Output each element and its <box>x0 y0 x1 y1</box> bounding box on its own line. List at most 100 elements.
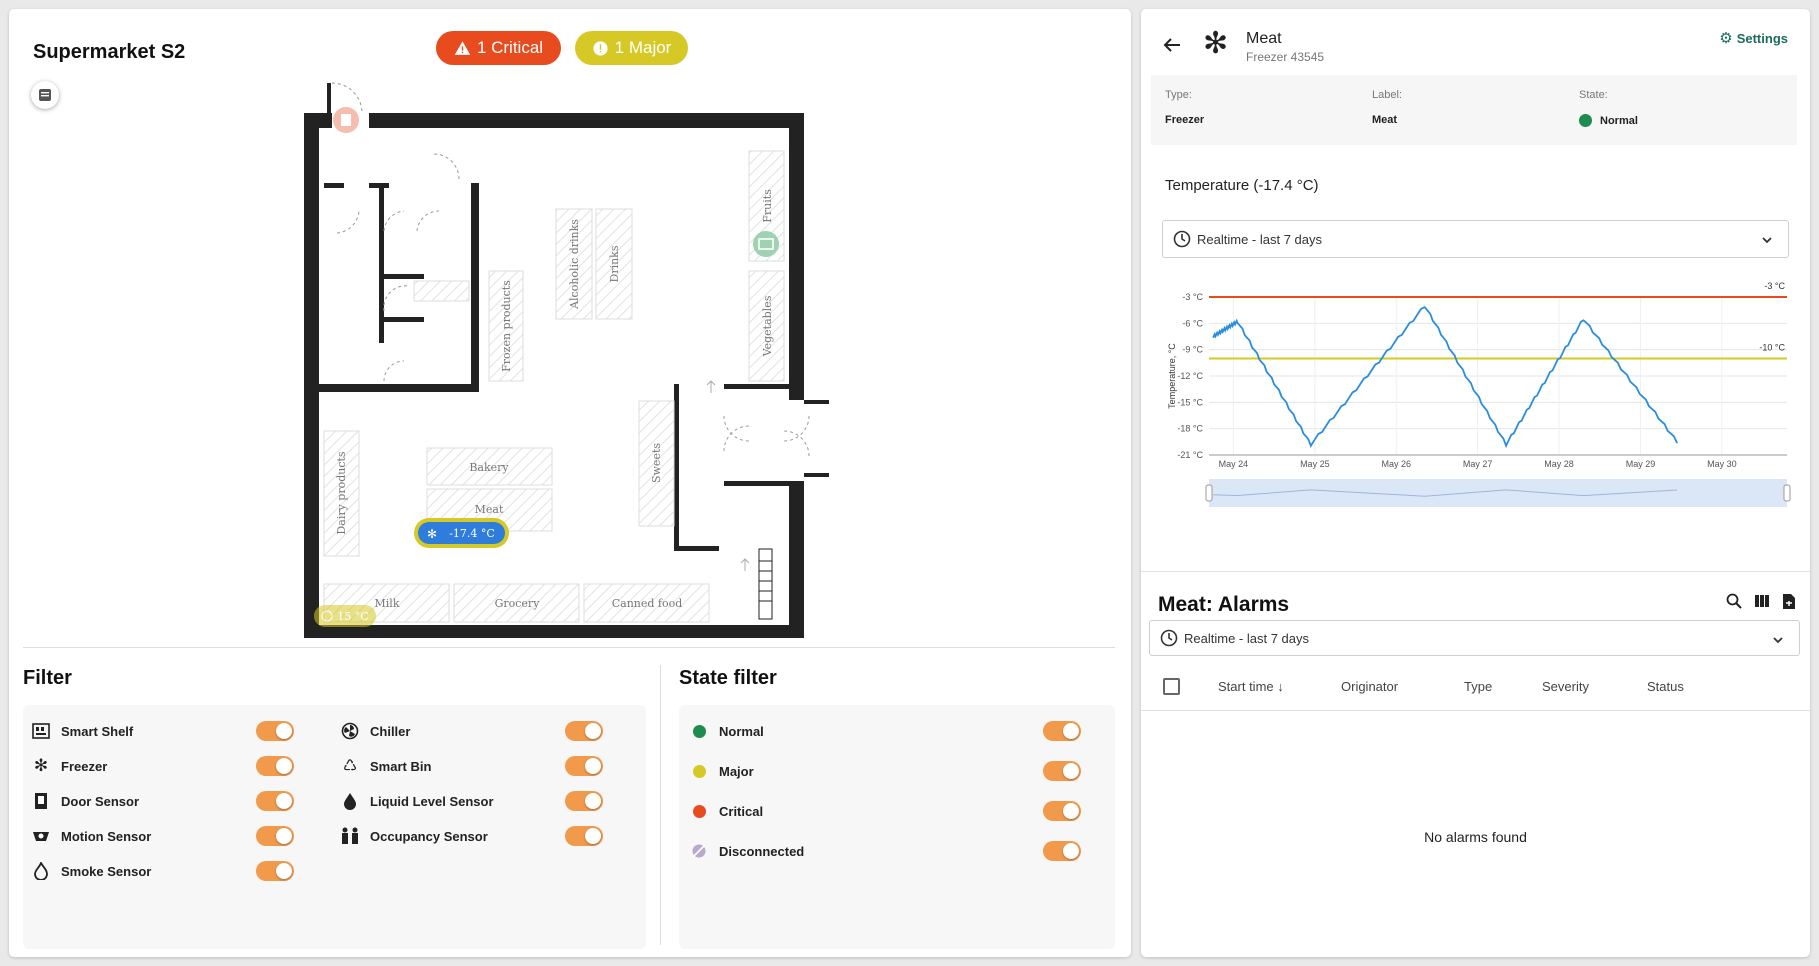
state-normal-dot <box>1579 114 1592 127</box>
label-meat: Meat <box>475 503 504 516</box>
filter-title: Filter <box>23 667 72 689</box>
flame-icon <box>31 861 51 881</box>
toggle-freezer[interactable] <box>256 756 294 776</box>
y-tick-label: -6 °C <box>1182 318 1203 328</box>
layers-icon <box>39 89 51 101</box>
x-tick-label: May 28 <box>1544 459 1574 469</box>
state-filter-title: State filter <box>679 667 777 689</box>
major-badge-label: 1 Major <box>614 38 672 57</box>
toggle-liquid-level-sensor[interactable] <box>565 791 603 811</box>
smart-shelf-marker[interactable] <box>753 231 779 257</box>
fan-icon <box>340 721 360 741</box>
toggle-chiller[interactable] <box>565 721 603 741</box>
filter-item-occupancy-sensor: Occupancy Sensor <box>340 824 488 848</box>
warning-icon <box>454 40 471 55</box>
search-icon[interactable] <box>1726 593 1742 609</box>
navigator-handle-left <box>1205 484 1213 502</box>
alarms-time-range-select[interactable]: Realtime - last 7 days <box>1149 620 1800 656</box>
range-navigator <box>1209 479 1787 507</box>
column-type[interactable]: Type <box>1464 679 1492 694</box>
floor-plan: Fruits Alcoholic drinks Drinks Frozen pr… <box>304 82 829 638</box>
layers-button[interactable] <box>31 81 59 109</box>
recycle-icon: ♺ <box>342 758 358 775</box>
x-tick-label: May 26 <box>1381 459 1411 469</box>
toggle-smart-bin[interactable] <box>565 756 603 776</box>
critical-badge-label: 1 Critical <box>476 38 544 57</box>
label-drinks: Drinks <box>608 245 621 282</box>
freezer-marker[interactable]: ✻ -17.4 °C <box>414 518 509 548</box>
y-tick-label: -18 °C <box>1177 424 1203 434</box>
alarm-toolbar <box>1726 593 1796 610</box>
toggle-state-disconnected[interactable] <box>1043 841 1081 861</box>
chevron-down-icon <box>1762 237 1772 244</box>
major-alarm-badge[interactable]: 1 Major <box>575 31 688 65</box>
smart-shelf-icon <box>31 721 51 741</box>
y-tick-label: -15 °C <box>1177 397 1203 407</box>
back-arrow-icon[interactable] <box>1163 37 1181 53</box>
clock-icon <box>1173 230 1191 248</box>
column-status[interactable]: Status <box>1647 679 1684 694</box>
toggle-smart-shelf[interactable] <box>256 721 294 741</box>
filter-box: Smart Shelf ✻ Freezer Door Sensor Motion… <box>23 705 646 949</box>
state-item-disconnected: Disconnected <box>689 839 804 863</box>
snowflake-icon: ✻ <box>33 756 49 775</box>
normal-state-dot <box>692 724 706 738</box>
state-filter-box: Normal Major Critical Disconnected <box>679 705 1115 949</box>
filter-item-door-sensor: Door Sensor <box>31 789 139 813</box>
motion-sensor-icon <box>31 826 51 846</box>
column-start-time[interactable]: Start time ↓ <box>1218 679 1284 694</box>
chevron-down-icon <box>1773 637 1783 644</box>
toggle-smoke-sensor[interactable] <box>256 861 294 881</box>
toggle-state-major[interactable] <box>1043 761 1081 781</box>
toggle-door-sensor[interactable] <box>256 791 294 811</box>
y-axis-label: Temperature, °C <box>1167 343 1177 409</box>
select-all-checkbox[interactable] <box>1163 678 1180 695</box>
info-label: Label: Meat <box>1372 89 1402 126</box>
info-type: Type: Freezer <box>1165 89 1205 126</box>
temperature-time-range-select[interactable]: Realtime - last 7 days <box>1162 220 1789 258</box>
x-tick-label: May 25 <box>1300 459 1330 469</box>
critical-alarm-badge[interactable]: 1 Critical <box>436 31 561 65</box>
export-file-icon[interactable] <box>1782 593 1796 610</box>
alarms-table-header: Start time ↓ Originator Type Severity St… <box>1141 665 1810 711</box>
toggle-state-critical[interactable] <box>1043 801 1081 821</box>
alarms-title: Meat: Alarms <box>1158 593 1290 616</box>
filter-item-chiller: Chiller <box>340 719 410 743</box>
settings-button[interactable]: ⚙ Settings <box>1719 29 1788 47</box>
x-tick-label: May 27 <box>1463 459 1493 469</box>
critical-state-dot <box>692 804 706 818</box>
columns-icon[interactable] <box>1754 593 1770 609</box>
device-subtitle: Freezer 43545 <box>1246 50 1325 64</box>
toggle-state-normal[interactable] <box>1043 721 1081 741</box>
temperature-title: Temperature (-17.4 °C) <box>1165 177 1319 194</box>
column-originator[interactable]: Originator <box>1341 679 1398 694</box>
toggle-occupancy-sensor[interactable] <box>565 826 603 846</box>
label-grocery: Grocery <box>495 597 541 610</box>
alert-circle-icon <box>593 40 608 56</box>
device-name: Meat <box>1246 30 1282 47</box>
label-sweets: Sweets <box>650 443 663 483</box>
device-details-panel: ✻ Meat Freezer 43545 ⚙ Settings Type: Fr… <box>1141 9 1810 957</box>
page-title: Supermarket S2 <box>33 41 186 63</box>
x-tick-label: May 24 <box>1219 459 1249 469</box>
label-milk: Milk <box>375 597 400 610</box>
navigator-handle-right <box>1783 484 1791 502</box>
major-state-dot <box>692 764 706 778</box>
clock-icon <box>1160 629 1178 647</box>
door-sensor-marker[interactable] <box>333 107 359 133</box>
y-tick-label: -12 °C <box>1177 371 1203 381</box>
snowflake-icon: ✻ <box>1203 27 1229 60</box>
label-alcoholic-drinks: Alcoholic drinks <box>568 219 581 310</box>
freezer-marker-value: -17.4 °C <box>449 527 495 540</box>
occupancy-marker[interactable]: 15 °C <box>314 605 376 627</box>
alarms-divider <box>1141 571 1810 572</box>
column-severity[interactable]: Severity <box>1542 679 1589 694</box>
filter-divider <box>660 665 661 945</box>
filter-item-smart-shelf: Smart Shelf <box>31 719 133 743</box>
toggle-motion-sensor[interactable] <box>256 826 294 846</box>
label-dairy-products: Dairy products <box>335 451 348 534</box>
y-tick-label: -9 °C <box>1182 345 1203 355</box>
temperature-chart[interactable]: -3 °C -6 °C -9 °C -12 °C -15 °C -18 °C -21 °C M… <box>1151 277 1801 547</box>
svg-text:✻: ✻ <box>427 527 437 541</box>
drop-icon <box>340 791 360 811</box>
